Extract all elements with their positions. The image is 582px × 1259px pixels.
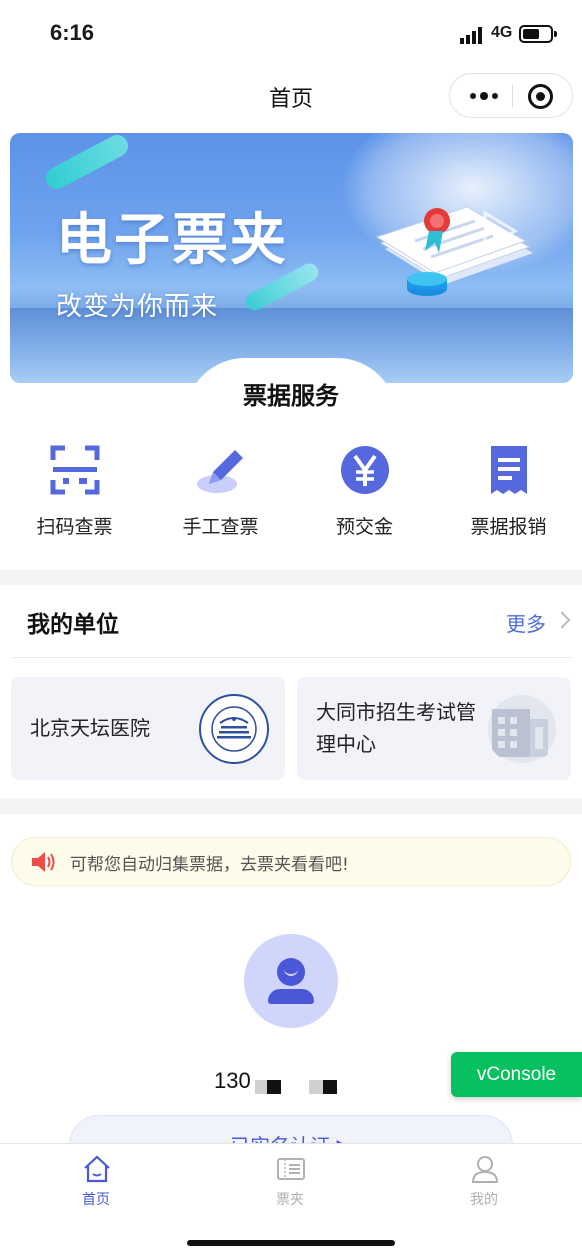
receipt-icon	[490, 446, 527, 494]
vconsole-button[interactable]: vConsole	[451, 1052, 582, 1097]
divider	[12, 657, 571, 658]
service-reimbursement[interactable]: 票据报销	[436, 440, 581, 550]
notice-bar[interactable]: 可帮您自动归集票据，去票夹看看吧!	[11, 837, 571, 886]
user-icon	[471, 1156, 499, 1183]
home-indicator	[187, 1240, 395, 1246]
tab-home[interactable]: 首页	[36, 1154, 156, 1214]
service-label: 票据报销	[470, 516, 547, 538]
banner-decoration	[42, 133, 132, 193]
units-more-link[interactable]: 更多	[506, 608, 546, 637]
phone-number: 130	[214, 1068, 251, 1093]
redaction-mask	[255, 1080, 267, 1094]
ticket-folder-icon	[277, 1158, 305, 1180]
service-label: 预交金	[335, 516, 393, 538]
service-grid: 扫码查票 手工查票 预交金 票据报销	[0, 440, 582, 550]
status-bar: 6:16 4G	[0, 0, 582, 70]
unit-name-line1: 大同市招生考试管	[316, 700, 476, 724]
tab-label: 首页	[82, 1192, 110, 1208]
notice-text: 可帮您自动归集票据，去票夹看看吧!	[70, 855, 349, 875]
section-gap	[0, 798, 582, 814]
documents-illustration-icon	[375, 206, 533, 296]
avatar[interactable]	[244, 934, 338, 1028]
pen-icon	[196, 450, 243, 493]
service-label: 扫码查票	[36, 516, 113, 538]
tab-profile[interactable]: 我的	[424, 1154, 544, 1214]
tab-label: 票夹	[276, 1192, 304, 1208]
more-options-icon[interactable]	[466, 86, 502, 106]
service-label: 手工查票	[182, 516, 259, 538]
close-miniprogram-icon[interactable]	[528, 84, 553, 109]
service-title: 票据服务	[243, 382, 339, 410]
unit-name: 北京天坛医院	[30, 716, 150, 740]
home-icon	[84, 1155, 110, 1183]
units-title: 我的单位	[27, 612, 119, 638]
redaction-mask	[267, 1080, 281, 1094]
scan-icon	[50, 445, 99, 495]
unit-card-tiantan-hospital[interactable]: 北京天坛医院	[11, 677, 285, 780]
tab-ticket-folder[interactable]: 票夹	[230, 1154, 350, 1214]
service-scan-ticket[interactable]: 扫码查票	[2, 440, 147, 550]
miniprogram-capsule	[449, 73, 573, 118]
yuan-icon	[340, 446, 389, 494]
network-label: 4G	[491, 24, 513, 41]
hospital-seal-logo	[199, 694, 269, 764]
tab-label: 我的	[470, 1192, 498, 1208]
service-manual-check[interactable]: 手工查票	[148, 440, 293, 550]
redaction-mask	[309, 1080, 323, 1094]
banner-subtitle: 改变为你而来	[56, 292, 219, 322]
unit-card-datong-exam-center[interactable]: 大同市招生考试管 理中心	[297, 677, 571, 780]
section-gap	[0, 570, 582, 585]
signal-icon	[460, 27, 482, 44]
avatar-body	[268, 989, 314, 1004]
building-icon	[488, 695, 556, 763]
chevron-right-icon[interactable]	[553, 611, 571, 629]
speaker-icon	[32, 852, 55, 872]
service-prepayment[interactable]: 预交金	[292, 440, 437, 550]
battery-icon	[519, 25, 557, 43]
capsule-divider	[512, 85, 513, 107]
banner-title: 电子票夹	[56, 208, 288, 273]
unit-name-line2: 理中心	[316, 732, 376, 756]
promo-banner[interactable]: 电子票夹 改变为你而来	[10, 133, 573, 383]
status-time: 6:16	[50, 20, 95, 45]
redaction-mask	[323, 1080, 337, 1094]
